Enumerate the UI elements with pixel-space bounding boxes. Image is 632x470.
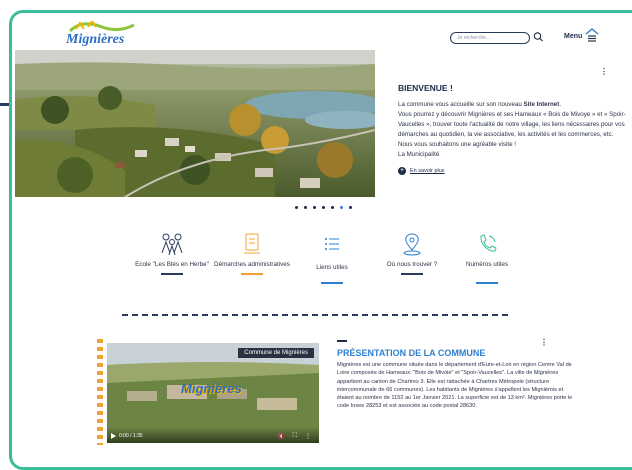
carousel-dot[interactable] — [331, 206, 334, 209]
fullscreen-icon[interactable]: ⛶ — [293, 433, 297, 440]
welcome-section: BIENVENUE ! La commune vous accueille su… — [398, 83, 632, 175]
search-input[interactable]: Je recherche... — [450, 32, 530, 44]
carousel-dot[interactable] — [304, 206, 307, 209]
menu-house-icon[interactable] — [585, 28, 599, 42]
document-icon — [244, 233, 260, 254]
welcome-more-options-icon[interactable]: ⋮ — [600, 67, 608, 76]
children-icon — [161, 233, 183, 256]
presentation-body: Mignières est une commune située dans le… — [337, 362, 573, 410]
video-overlay-logo: Mignières — [181, 381, 242, 396]
welcome-body: La commune vous accueille sur son nouvea… — [398, 100, 632, 160]
section-mark — [337, 340, 347, 342]
decorative-stripes — [97, 339, 103, 445]
map-pin-icon — [403, 233, 421, 256]
carousel-dot[interactable] — [313, 206, 316, 209]
welcome-title: BIENVENUE ! — [398, 83, 453, 93]
carousel-dot[interactable] — [349, 206, 352, 209]
carousel-dots — [295, 206, 352, 209]
video-player[interactable]: Mignières Commune de Mignières 0:00 / 1:… — [107, 343, 319, 443]
quick-link-numeros[interactable]: Numéros utiles — [447, 231, 527, 284]
link-underline — [321, 282, 343, 284]
village-aerial-photo — [15, 50, 375, 197]
quick-link-ecole[interactable]: Ecole "Les Blés en Herbe" — [132, 231, 212, 275]
menu-button-label[interactable]: Menu — [564, 33, 582, 40]
link-underline — [161, 273, 183, 275]
site-logo[interactable]: Mignières — [62, 21, 138, 49]
hero-aerial-image — [15, 50, 375, 197]
list-icon — [325, 238, 339, 250]
page-frame: Mignières Je recherche... Menu ⋮ BIENVEN… — [9, 10, 632, 470]
section-divider — [122, 314, 508, 316]
video-controls: 0:00 / 1:35 🔇 ⛶ ⋮ — [107, 427, 319, 443]
carousel-dot[interactable] — [295, 206, 298, 209]
link-underline — [476, 282, 498, 284]
quick-links: Ecole "Les Blés en Herbe" Démarches admi… — [132, 231, 532, 311]
link-underline — [241, 273, 263, 275]
quick-link-liens[interactable]: Liens utiles — [292, 231, 372, 284]
play-icon[interactable] — [111, 433, 116, 439]
link-underline — [401, 273, 423, 275]
phone-icon — [480, 234, 497, 252]
carousel-dot-active[interactable] — [340, 206, 343, 209]
presentation-section: PRÉSENTATION DE LA COMMUNE Mignières est… — [337, 340, 577, 411]
video-title-tag: Commune de Mignières — [238, 348, 314, 358]
welcome-signature: La Municipalité — [398, 151, 440, 158]
video-more-icon[interactable]: ⋮ — [305, 433, 311, 440]
logo-text: Mignières — [65, 32, 125, 47]
welcome-paragraph: Nous vous souhaitons une agréable visite… — [398, 141, 516, 148]
search-icon[interactable] — [533, 31, 543, 43]
quick-link-ou-nous-trouver[interactable]: Où nous trouver ? — [372, 231, 452, 275]
volume-icon[interactable]: 🔇 — [278, 433, 285, 440]
plus-circle-icon: + — [398, 167, 406, 175]
welcome-paragraph: Vous pourrez y découvrir Mignières et se… — [398, 111, 626, 138]
video-time: 0:00 / 1:35 — [119, 433, 143, 439]
carousel-dot[interactable] — [322, 206, 325, 209]
read-more-link[interactable]: + En savoir plus — [398, 167, 632, 175]
presentation-title: PRÉSENTATION DE LA COMMUNE — [337, 348, 486, 358]
quick-link-demarches[interactable]: Démarches administratives — [212, 231, 292, 275]
